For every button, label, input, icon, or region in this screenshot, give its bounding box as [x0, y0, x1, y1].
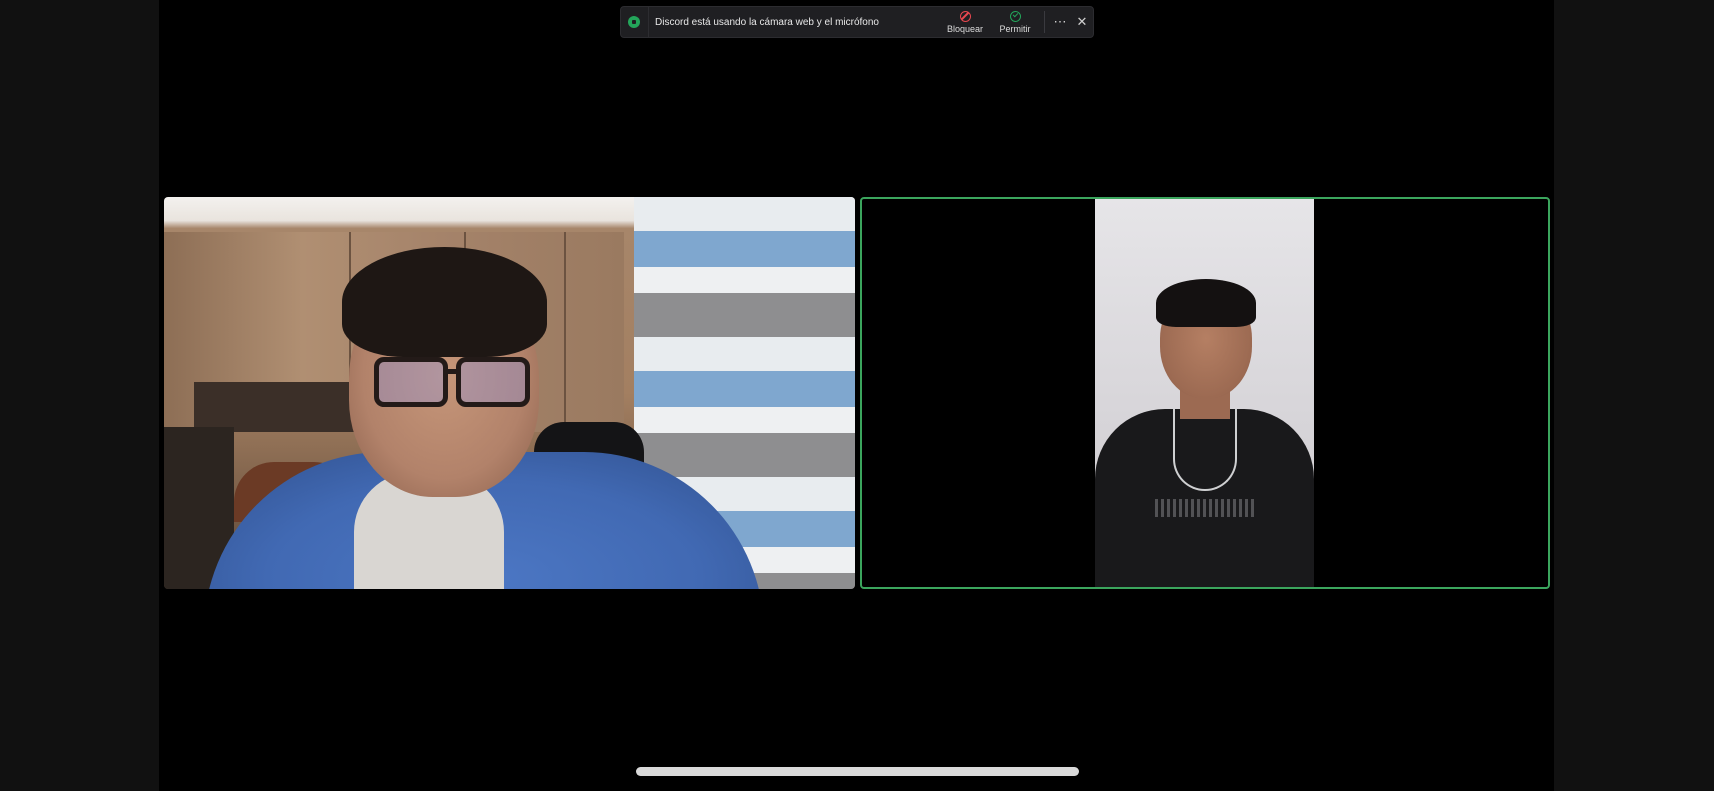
participant-hair — [342, 247, 547, 357]
banner-separator — [1044, 11, 1045, 33]
local-camera-tile[interactable] — [164, 197, 855, 589]
participant-hair — [1156, 279, 1256, 327]
shirt-graphic — [1155, 499, 1255, 517]
close-icon[interactable]: ✕ — [1071, 14, 1093, 30]
allow-label: Permitir — [999, 23, 1031, 34]
participant-chain — [1173, 409, 1237, 491]
block-label: Bloquear — [946, 23, 984, 34]
banner-divider — [648, 6, 649, 38]
camera-permission-banner: Discord está usando la cámara web y el m… — [620, 6, 1094, 38]
ellipsis-icon[interactable]: ⋯ — [1049, 14, 1071, 30]
screen: Discord está usando la cámara web y el m… — [0, 0, 1714, 791]
check-circle-icon — [1009, 10, 1021, 22]
banner-message: Discord está usando la cámara web y el m… — [655, 16, 879, 28]
video-background-detail — [564, 232, 566, 432]
participant-glasses — [374, 357, 448, 407]
home-indicator[interactable] — [636, 767, 1079, 776]
right-letterbox — [1554, 0, 1714, 791]
camera-in-use-icon — [628, 16, 640, 28]
participant-glasses — [456, 357, 530, 407]
block-button[interactable]: Bloquear — [940, 10, 990, 34]
video-shelf — [194, 382, 364, 432]
block-icon — [959, 10, 971, 22]
remote-camera-tile[interactable] — [860, 197, 1550, 589]
allow-button[interactable]: Permitir — [990, 10, 1040, 34]
participant-glasses-bridge — [446, 369, 458, 374]
portrait-video-feed — [1095, 199, 1314, 587]
left-letterbox — [0, 0, 159, 791]
